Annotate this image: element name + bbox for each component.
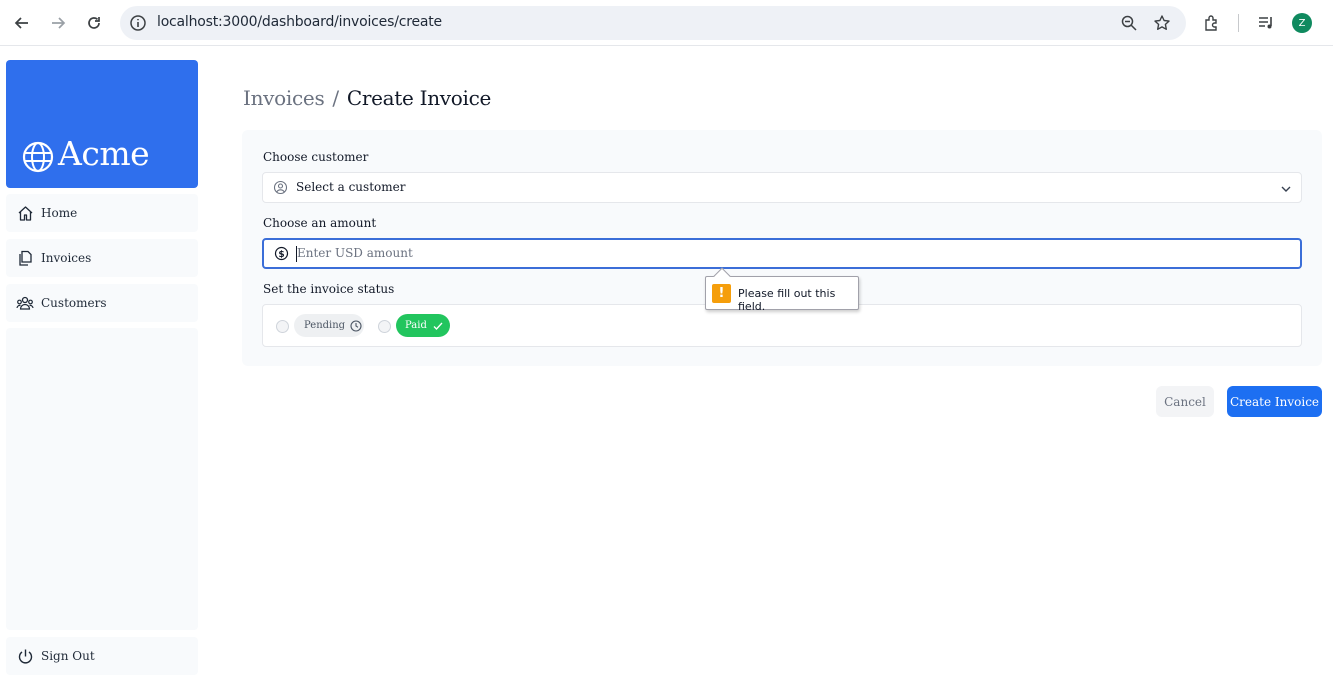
paid-status-pill[interactable]: Paid	[396, 314, 450, 337]
amount-placeholder: Enter USD amount	[297, 246, 413, 260]
power-icon	[16, 647, 34, 665]
sidebar-item-label: Customers	[41, 296, 107, 310]
breadcrumb: Invoices / Create Invoice	[243, 86, 491, 110]
invoices-icon	[16, 249, 34, 267]
chevron-down-icon	[1279, 181, 1293, 195]
check-icon	[432, 320, 444, 332]
sidebar-item-customers[interactable]: Customers	[6, 284, 198, 322]
home-icon	[16, 204, 34, 222]
extensions-icon[interactable]	[1200, 11, 1224, 35]
breadcrumb-separator: /	[332, 86, 339, 110]
page-title: Create Invoice	[346, 86, 492, 110]
sidebar-item-invoices[interactable]: Invoices	[6, 239, 198, 277]
profile-avatar[interactable]: Z	[1292, 13, 1312, 33]
user-circle-icon	[273, 180, 288, 195]
status-label: Set the invoice status	[263, 282, 395, 296]
url-text: localhost:3000/dashboard/invoices/create	[157, 14, 442, 30]
clock-icon	[350, 319, 362, 332]
paid-radio[interactable]	[378, 320, 391, 333]
validation-tooltip: ! Please fill out this field.	[705, 267, 859, 313]
cancel-button[interactable]: Cancel	[1156, 386, 1214, 417]
sidebar-item-label: Home	[41, 206, 78, 220]
customers-icon	[16, 294, 34, 312]
address-bar[interactable]: localhost:3000/dashboard/invoices/create	[120, 6, 1186, 40]
pending-radio[interactable]	[276, 320, 289, 333]
amount-input[interactable]: $ Enter USD amount	[262, 238, 1302, 269]
sidebar-spacer	[6, 328, 198, 630]
zoom-icon[interactable]	[1120, 14, 1138, 32]
acme-logo[interactable]: Acme	[6, 60, 198, 188]
amount-label: Choose an amount	[263, 216, 377, 230]
toolbar-divider	[1238, 14, 1239, 32]
warning-icon: !	[712, 284, 731, 303]
customer-select-value: Select a customer	[296, 180, 406, 194]
customer-select[interactable]: Select a customer	[262, 172, 1302, 203]
sidebar-item-home[interactable]: Home	[6, 194, 198, 232]
svg-text:$: $	[278, 250, 284, 260]
validation-message: Please fill out this field.	[738, 287, 836, 313]
reload-icon[interactable]	[82, 11, 106, 35]
pending-label: Pending	[304, 320, 346, 331]
paid-label: Paid	[405, 320, 427, 331]
logo-text: Acme	[58, 134, 150, 173]
sign-out-label: Sign Out	[41, 649, 95, 663]
browser-toolbar: localhost:3000/dashboard/invoices/create…	[0, 0, 1333, 46]
dollar-circle-icon: $	[274, 246, 289, 261]
breadcrumb-invoices-link[interactable]: Invoices	[243, 86, 325, 110]
pending-status-pill[interactable]: Pending	[294, 314, 364, 337]
globe-icon	[21, 140, 55, 174]
create-invoice-button[interactable]: Create Invoice	[1227, 386, 1322, 417]
site-info-icon[interactable]	[129, 14, 147, 32]
forward-icon[interactable]	[46, 11, 70, 35]
back-icon[interactable]	[10, 11, 34, 35]
sign-out-button[interactable]: Sign Out	[6, 637, 198, 675]
customer-label: Choose customer	[263, 150, 369, 164]
bookmark-star-icon[interactable]	[1153, 14, 1171, 32]
media-controls-icon[interactable]	[1254, 11, 1278, 35]
sidebar-item-label: Invoices	[41, 251, 92, 265]
